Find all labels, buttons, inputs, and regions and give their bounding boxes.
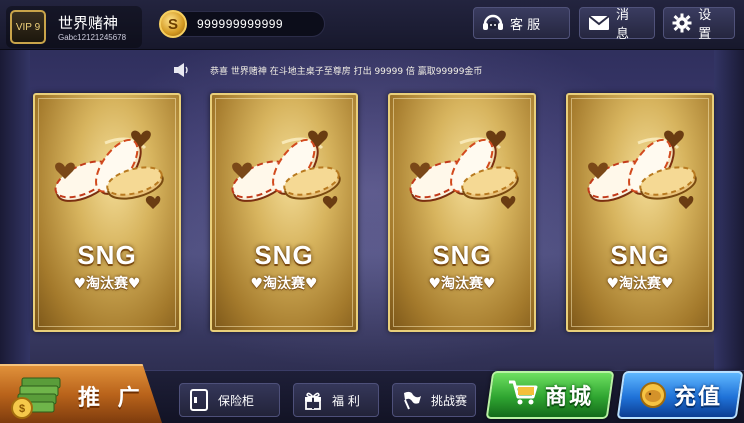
promote-button[interactable]: $ 推 广 <box>0 364 162 423</box>
money-stack-icon: $ <box>8 372 64 420</box>
background-wall-right <box>714 40 744 370</box>
card-subtitle: ♥淘汰赛♥ <box>250 276 318 292</box>
card-title: SNG <box>77 240 137 270</box>
settings-button[interactable]: 设 置 <box>663 7 735 42</box>
card-subtitle: ♥淘汰赛♥ <box>428 276 496 292</box>
card-title: SNG <box>432 240 492 270</box>
background-wall-left <box>0 40 30 370</box>
card-title: SNG <box>610 240 670 270</box>
message-label: 消 息 <box>616 8 630 42</box>
customer-service-button[interactable]: 客 服 <box>473 7 570 39</box>
svg-text:$: $ <box>19 403 25 415</box>
player-name: 世界赌神 <box>58 14 119 32</box>
gift-icon <box>302 389 324 411</box>
top-bar: VIP 9 世界赌神 Gabc12121245678 S 99999999999… <box>0 0 744 50</box>
coin-value: 999999999999 <box>197 17 284 31</box>
announcement-text: 恭喜 世界赌神 在斗地主桌子至尊房 打出 99999 倍 赢取99999金币 <box>210 66 483 77</box>
piggy-bank-icon <box>638 382 668 408</box>
welfare-label: 福 利 <box>332 393 360 408</box>
recharge-button[interactable]: 充值 <box>616 371 744 419</box>
envelope-icon <box>588 13 610 33</box>
poker-chips-icon <box>35 105 179 225</box>
message-button[interactable]: 消 息 <box>579 7 655 42</box>
challenge-label: 挑战赛 <box>431 393 468 408</box>
safe-label: 保险柜 <box>218 393 255 408</box>
coin-balance: S 999999999999 <box>159 10 325 38</box>
card-title: SNG <box>254 240 314 270</box>
gear-icon <box>672 13 692 33</box>
cart-icon <box>507 379 539 411</box>
tournament-card[interactable]: SNG ♥淘汰赛♥ <box>566 93 714 332</box>
tournament-card[interactable]: SNG ♥淘汰赛♥ <box>388 93 536 332</box>
flag-icon <box>401 389 423 411</box>
tournament-card[interactable]: SNG ♥淘汰赛♥ <box>210 93 358 332</box>
card-subtitle: ♥淘汰赛♥ <box>73 276 141 292</box>
recharge-content: 充值 <box>622 373 738 417</box>
poker-chips-icon <box>390 105 534 225</box>
speaker-icon <box>172 62 190 78</box>
customer-service-label: 客 服 <box>510 17 541 33</box>
settings-label: 设 置 <box>698 8 712 42</box>
welfare-button[interactable]: 福 利 <box>293 383 379 417</box>
game-lobby: VIP 9 世界赌神 Gabc12121245678 S 99999999999… <box>0 0 744 423</box>
headset-icon <box>482 13 504 33</box>
promote-label: 推 广 <box>78 386 145 411</box>
player-id: Gabc12121245678 <box>58 33 127 42</box>
shop-content: 商城 <box>491 373 609 417</box>
poker-chips-icon <box>212 105 356 225</box>
announcement-bar: 恭喜 世界赌神 在斗地主桌子至尊房 打出 99999 倍 赢取99999金币 <box>172 60 572 80</box>
recharge-label: 充值 <box>673 385 722 410</box>
vip-badge: VIP 9 <box>10 10 46 44</box>
poker-chips-icon <box>568 105 712 225</box>
shop-button[interactable]: 商城 <box>485 371 615 419</box>
player-profile[interactable]: VIP 9 世界赌神 Gabc12121245678 <box>6 6 142 48</box>
coin-icon: S <box>159 10 187 38</box>
card-subtitle: ♥淘汰赛♥ <box>606 276 674 292</box>
challenge-button[interactable]: 挑战赛 <box>392 383 476 417</box>
shop-label: 商城 <box>544 385 593 410</box>
safe-icon <box>188 389 210 411</box>
safe-button[interactable]: 保险柜 <box>179 383 280 417</box>
tournament-card[interactable]: SNG ♥淘汰赛♥ <box>33 93 181 332</box>
